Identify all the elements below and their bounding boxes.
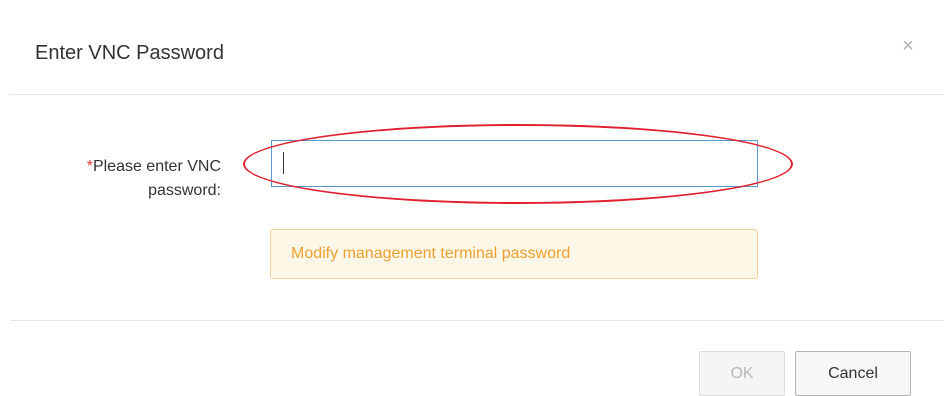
password-label-line2: password: xyxy=(148,182,221,199)
ok-button[interactable]: OK xyxy=(699,351,785,396)
header-divider xyxy=(10,94,944,95)
modify-password-link[interactable]: Modify management terminal password xyxy=(291,243,570,265)
vnc-password-input[interactable] xyxy=(271,140,758,187)
vnc-password-dialog: Enter VNC Password × *Please enter VNC p… xyxy=(0,0,944,396)
dialog-header: Enter VNC Password × xyxy=(0,0,944,94)
password-label: *Please enter VNC password: xyxy=(40,155,221,203)
cancel-button[interactable]: Cancel xyxy=(795,351,911,396)
hint-box: Modify management terminal password xyxy=(270,229,758,279)
footer-divider xyxy=(10,320,944,321)
close-icon[interactable]: × xyxy=(902,35,914,57)
password-label-line1: Please enter VNC xyxy=(92,158,221,175)
text-caret xyxy=(283,152,284,174)
close-button[interactable]: × xyxy=(896,34,920,58)
dialog-title: Enter VNC Password xyxy=(35,42,224,64)
